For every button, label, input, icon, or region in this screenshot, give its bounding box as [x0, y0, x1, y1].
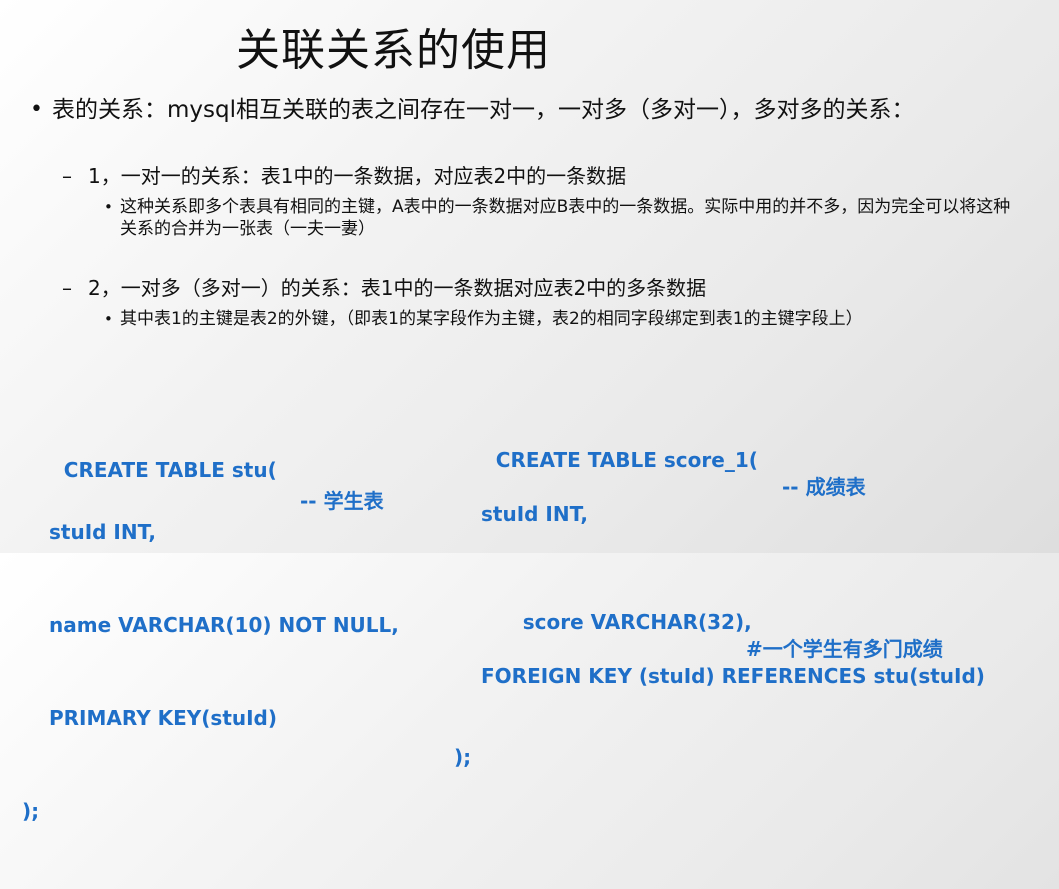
slide-title: 关联关系的使用 [236, 25, 551, 76]
code-line: CREATE TABLE score_1( -- 成绩表 [454, 420, 985, 499]
code-line: CREATE TABLE stu( -- 学生表 [22, 424, 399, 513]
detail-one-to-many: • 其中表1的主键是表2的外键，（即表1的某字段作为主键，表2的相同字段绑定到表… [104, 308, 1024, 330]
code-line: stuId INT, [49, 520, 156, 544]
detail-text: 这种关系即多个表具有相同的主键，A表中的一条数据对应B表中的一条数据。实际中用的… [120, 197, 1011, 239]
sub-item-text: 1，一对一的关系：表1中的一条数据，对应表2中的一条数据 [88, 164, 627, 188]
code-line: stuId INT, [481, 502, 588, 526]
code-line: ); [454, 745, 472, 769]
dash-icon: – [62, 276, 72, 300]
sub-item-one-to-many: – 2，一对多（多对一）的关系：表1中的一条数据对应表2中的多条数据 [62, 275, 706, 301]
bullet-dot-icon: • [30, 97, 43, 122]
detail-text: 其中表1的主键是表2的外键，（即表1的某字段作为主键，表2的相同字段绑定到表1的… [120, 309, 863, 329]
code-comment: #一个学生有多门成绩 [746, 637, 943, 661]
code-line: score VARCHAR(32), #一个学生有多门成绩 [481, 582, 985, 661]
code-text: score VARCHAR(32), [522, 610, 752, 634]
code-text: CREATE TABLE score_1( [495, 448, 758, 472]
main-bullet-text: 表的关系：mysql相互关联的表之间存在一对一，一对多（多对一），多对多的关系： [52, 97, 915, 123]
main-bullet: • 表的关系：mysql相互关联的表之间存在一对一，一对多（多对一），多对多的关… [30, 94, 1020, 126]
bullet-dot-icon: • [104, 310, 113, 328]
code-block-score: CREATE TABLE score_1( -- 成绩表 stuId INT, … [454, 366, 985, 825]
code-line: FOREIGN KEY (stuId) REFERENCES stu(stuId… [481, 664, 985, 688]
code-line: ); [22, 799, 40, 823]
code-block-stu: CREATE TABLE stu( -- 学生表 stuId INT, name… [22, 362, 399, 889]
code-comment: -- 成绩表 [782, 475, 866, 499]
code-comment: -- 学生表 [300, 489, 384, 513]
code-line: name VARCHAR(10) NOT NULL, [49, 613, 399, 637]
sub-item-text: 2，一对多（多对一）的关系：表1中的一条数据对应表2中的多条数据 [88, 276, 707, 300]
code-text: CREATE TABLE stu( [63, 458, 277, 482]
code-line: PRIMARY KEY(stuId) [49, 706, 278, 730]
slide: 关联关系的使用 • 表的关系：mysql相互关联的表之间存在一对一，一对多（多对… [0, 0, 1059, 823]
bullet-dot-icon: • [104, 198, 113, 216]
detail-one-to-one: • 这种关系即多个表具有相同的主键，A表中的一条数据对应B表中的一条数据。实际中… [104, 196, 1024, 240]
sub-item-one-to-one: – 1，一对一的关系：表1中的一条数据，对应表2中的一条数据 [62, 163, 626, 189]
dash-icon: – [62, 164, 72, 188]
